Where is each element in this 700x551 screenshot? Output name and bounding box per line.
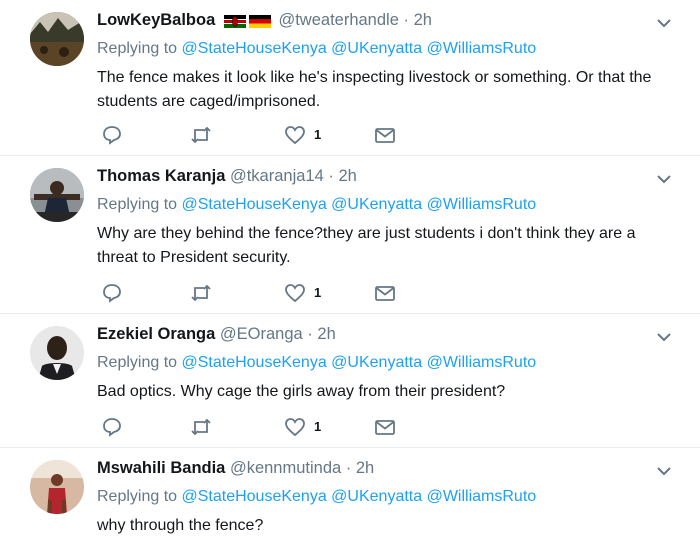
mention-link[interactable]: @WilliamsRuto [427, 40, 537, 57]
avatar[interactable] [30, 12, 84, 66]
separator-dot: · [307, 325, 313, 343]
display-name[interactable]: Thomas Karanja [97, 167, 225, 185]
replying-prefix: Replying to [97, 488, 178, 505]
mention-link[interactable]: @UKenyatta [331, 196, 422, 213]
tweet-text: Why are they behind the fence?they are j… [97, 225, 636, 266]
retweet-icon[interactable] [190, 124, 212, 146]
user-handle[interactable]: @tweaterhandle [278, 11, 398, 29]
like-icon[interactable] [284, 124, 306, 146]
replying-prefix: Replying to [97, 40, 178, 57]
germany-flag-icon [248, 15, 271, 29]
user-handle[interactable]: @tkaranja14 [230, 167, 324, 185]
tweet-header: LowKeyBalboa @tweaterhandle · 2h [97, 11, 432, 31]
avatar[interactable] [30, 460, 84, 514]
user-handle[interactable]: @kennmutinda [230, 459, 341, 477]
timestamp[interactable]: 2h [356, 459, 374, 477]
replying-to: Replying to @StateHouseKenya @UKenyatta … [97, 488, 536, 506]
tweet[interactable]: Ezekiel Oranga @EOranga · 2h Replying to… [0, 314, 700, 448]
mention-link[interactable]: @UKenyatta [331, 488, 422, 505]
reply-icon[interactable] [102, 416, 122, 438]
mention-link[interactable]: @StateHouseKenya [182, 354, 327, 371]
avatar[interactable] [30, 168, 84, 222]
timestamp[interactable]: 2h [338, 167, 356, 185]
tweet[interactable]: LowKeyBalboa @tweaterhandle · 2h Replyin… [0, 0, 700, 156]
tweet-header: Ezekiel Oranga @EOranga · 2h [97, 325, 336, 344]
replying-to: Replying to @StateHouseKenya @UKenyatta … [97, 40, 536, 58]
replying-prefix: Replying to [97, 354, 178, 371]
mention-link[interactable]: @WilliamsRuto [427, 354, 537, 371]
tweet-text: Bad optics. Why cage the girls away from… [97, 383, 506, 400]
mention-link[interactable]: @UKenyatta [331, 40, 422, 57]
tweet[interactable]: Thomas Karanja @tkaranja14 · 2h Replying… [0, 156, 700, 314]
tweet-actions: 1 [97, 416, 417, 440]
like-icon[interactable] [284, 282, 306, 304]
chevron-down-icon[interactable] [656, 332, 672, 342]
chevron-down-icon[interactable] [656, 18, 672, 28]
display-name[interactable]: LowKeyBalboa [97, 11, 215, 29]
chevron-down-icon[interactable] [656, 174, 672, 184]
mention-link[interactable]: @WilliamsRuto [427, 488, 537, 505]
replying-to: Replying to @StateHouseKenya @UKenyatta … [97, 196, 536, 214]
tweet[interactable]: Mswahili Bandia @kennmutinda · 2h Replyi… [0, 448, 700, 551]
timestamp[interactable]: 2h [317, 325, 335, 343]
mention-link[interactable]: @StateHouseKenya [182, 40, 327, 57]
direct-message-icon[interactable] [374, 124, 396, 146]
mention-link[interactable]: @StateHouseKenya [182, 196, 327, 213]
avatar[interactable] [30, 326, 84, 380]
separator-dot: · [403, 11, 409, 29]
direct-message-icon[interactable] [374, 282, 396, 304]
tweet-text: The fence makes it look like he's inspec… [97, 69, 652, 110]
display-name[interactable]: Ezekiel Oranga [97, 325, 215, 343]
reply-icon[interactable] [102, 124, 122, 146]
like-count: 1 [314, 419, 322, 434]
separator-dot: · [345, 459, 352, 477]
kenya-flag-icon [223, 15, 246, 29]
replying-prefix: Replying to [97, 196, 178, 213]
like-count: 1 [314, 127, 322, 142]
mention-link[interactable]: @WilliamsRuto [427, 196, 537, 213]
separator-dot: · [328, 167, 334, 185]
tweet-text: why through the fence? [97, 517, 264, 534]
user-handle[interactable]: @EOranga [220, 325, 303, 343]
retweet-icon[interactable] [190, 416, 212, 438]
reply-icon[interactable] [102, 282, 122, 304]
tweet-actions: 1 [97, 282, 417, 306]
tweet-header: Thomas Karanja @tkaranja14 · 2h [97, 167, 357, 186]
like-count: 1 [314, 285, 322, 300]
tweet-header: Mswahili Bandia @kennmutinda · 2h [97, 459, 374, 478]
tweet-actions: 1 [97, 124, 417, 148]
mention-link[interactable]: @UKenyatta [331, 354, 422, 371]
mention-link[interactable]: @StateHouseKenya [182, 488, 327, 505]
display-name[interactable]: Mswahili Bandia [97, 459, 225, 477]
like-icon[interactable] [284, 416, 306, 438]
timestamp[interactable]: 2h [414, 11, 432, 29]
retweet-icon[interactable] [190, 282, 212, 304]
direct-message-icon[interactable] [374, 416, 396, 438]
replying-to: Replying to @StateHouseKenya @UKenyatta … [97, 354, 536, 372]
chevron-down-icon[interactable] [656, 466, 672, 476]
flag-emojis [223, 12, 274, 31]
